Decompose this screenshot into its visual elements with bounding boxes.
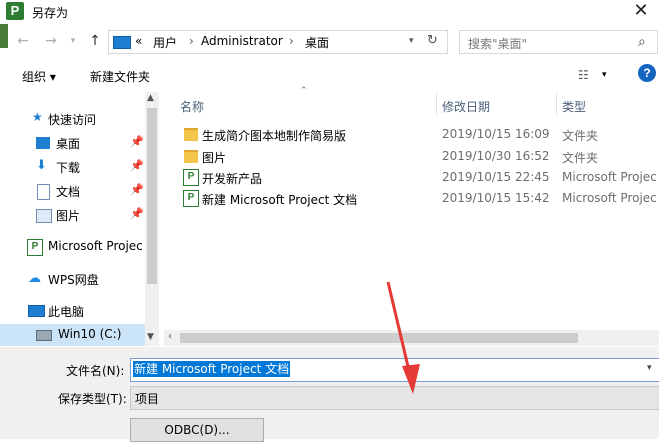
nav-item-desktop[interactable]: 桌面 📌 <box>0 132 145 154</box>
project-app-icon: P <box>6 2 24 20</box>
breadcrumb-separator-icon[interactable]: › <box>189 34 194 48</box>
project-file-icon: P <box>183 169 199 186</box>
savetype-value: 项目 <box>135 392 160 406</box>
file-type: 文件夹 <box>562 129 599 143</box>
nav-item-documents-label: 文档 <box>56 185 81 199</box>
nav-ms-project[interactable]: P Microsoft Projec <box>0 236 145 258</box>
file-date: 2019/10/15 16:09 <box>442 127 550 141</box>
breadcrumb-separator-icon[interactable]: › <box>289 34 294 48</box>
computer-icon <box>28 305 45 317</box>
scroll-left-icon[interactable]: ‹ <box>168 331 172 342</box>
file-row[interactable]: P 开发新产品 2019/10/15 22:45 Microsoft Proje… <box>180 167 659 188</box>
nav-item-pictures-label: 图片 <box>56 209 81 223</box>
nav-item-downloads[interactable]: ⬇ 下载 📌 <box>0 156 145 178</box>
file-type: 文件夹 <box>562 151 599 165</box>
nav-ms-project-label: Microsoft Projec <box>48 239 143 253</box>
annotation-arrow-icon <box>386 281 420 394</box>
breadcrumb-overflow[interactable]: « <box>135 34 142 48</box>
folder-icon <box>184 150 198 163</box>
file-row[interactable]: P 新建 Microsoft Project 文档 2019/10/15 15:… <box>180 188 659 209</box>
breadcrumb-desktop[interactable]: 桌面 <box>305 34 329 51</box>
file-date: 2019/10/15 22:45 <box>442 170 550 184</box>
column-header-date[interactable]: 修改日期 <box>442 98 490 115</box>
project-file-icon: P <box>183 190 199 207</box>
drive-icon <box>36 330 52 341</box>
breadcrumb-users[interactable]: 用户 <box>153 34 177 51</box>
up-arrow-icon[interactable]: ↑ <box>84 30 106 52</box>
file-row[interactable]: 图片 2019/10/30 16:52 文件夹 <box>180 146 659 167</box>
file-name: 新建 Microsoft Project 文档 <box>202 193 358 207</box>
desktop-icon <box>36 137 50 149</box>
file-row[interactable]: 生成简介图本地制作简易版 2019/10/15 16:09 文件夹 <box>180 124 659 145</box>
nav-wps-label: WPS网盘 <box>48 273 99 287</box>
folder-icon <box>184 128 198 141</box>
column-header-name[interactable]: 名称 <box>180 98 204 115</box>
search-icon[interactable]: ⌕ <box>638 34 646 50</box>
document-icon <box>37 184 50 200</box>
nav-item-pictures[interactable]: 图片 📌 <box>0 204 145 226</box>
scroll-down-icon[interactable]: ▼ <box>147 332 154 342</box>
pin-icon[interactable]: 📌 <box>130 207 144 220</box>
file-name: 生成简介图本地制作简易版 <box>202 129 347 143</box>
nav-wps-cloud[interactable]: ☁ WPS网盘 <box>0 268 145 290</box>
new-folder-button[interactable]: 新建文件夹 <box>90 68 150 85</box>
column-divider[interactable] <box>556 92 557 116</box>
pin-icon[interactable]: 📌 <box>130 183 144 196</box>
search-input[interactable]: 搜索"桌面" ⌕ <box>459 30 658 54</box>
address-bar[interactable]: « 用户 › Administrator › 桌面 ▾ ↻ <box>108 30 448 54</box>
view-options-icon[interactable]: ☷ <box>578 68 589 82</box>
file-name: 图片 <box>202 151 227 165</box>
sort-ascending-icon: ⌃ <box>300 86 308 96</box>
nav-item-desktop-label: 桌面 <box>56 137 81 151</box>
address-dropdown-icon[interactable]: ▾ <box>409 36 414 46</box>
nav-quick-access-label: 快速访问 <box>48 113 97 127</box>
list-scroll-thumb[interactable] <box>180 333 578 343</box>
close-button[interactable]: ✕ <box>626 0 656 22</box>
command-bar: 组织 ▾ 新建文件夹 ☷ ▾ ? <box>0 62 659 90</box>
search-placeholder: 搜索"桌面" <box>468 37 528 51</box>
nav-quick-access[interactable]: ★ 快速访问 <box>0 108 145 130</box>
nav-drive-label: Win10 (C:) <box>58 327 122 341</box>
title-bar: P 另存为 ✕ <box>0 0 659 24</box>
forward-arrow-icon[interactable]: → <box>40 30 62 52</box>
help-icon[interactable]: ? <box>638 64 656 82</box>
savetype-label: 保存类型(T): <box>58 392 127 406</box>
nav-scroll-thumb[interactable] <box>147 108 157 284</box>
view-dropdown-icon[interactable]: ▾ <box>602 70 607 80</box>
file-type: Microsoft Projec <box>562 191 657 205</box>
back-arrow-icon[interactable]: ← <box>12 30 34 52</box>
pictures-icon <box>36 209 52 223</box>
odbc-button[interactable]: ODBC(D)... <box>130 418 264 442</box>
column-header-type[interactable]: 类型 <box>562 98 586 115</box>
download-icon: ⬇ <box>36 158 47 173</box>
window-title: 另存为 <box>32 6 69 20</box>
nav-this-pc-label: 此电脑 <box>48 305 85 319</box>
nav-item-downloads-label: 下载 <box>56 161 81 175</box>
nav-this-pc[interactable]: 此电脑 <box>0 300 145 322</box>
nav-item-documents[interactable]: 文档 📌 <box>0 180 145 202</box>
pin-icon[interactable]: 📌 <box>130 159 144 172</box>
organize-button[interactable]: 组织 ▾ <box>22 68 56 85</box>
file-date: 2019/10/15 15:42 <box>442 191 550 205</box>
background-window-strip <box>0 24 8 48</box>
recent-dropdown-icon[interactable]: ▾ <box>62 30 84 52</box>
nav-drive-c[interactable]: Win10 (C:) <box>0 324 159 346</box>
pin-icon[interactable]: 📌 <box>130 135 144 148</box>
project-icon: P <box>27 239 43 256</box>
file-name: 开发新产品 <box>202 172 263 186</box>
filename-value: 新建 Microsoft Project 文档 <box>133 361 291 377</box>
cloud-icon: ☁ <box>28 271 41 286</box>
scroll-up-icon[interactable]: ▲ <box>147 93 154 103</box>
refresh-icon[interactable]: ↻ <box>427 33 438 48</box>
star-icon: ★ <box>32 110 43 124</box>
computer-icon <box>113 36 131 49</box>
breadcrumb-administrator[interactable]: Administrator <box>201 34 283 48</box>
file-date: 2019/10/30 16:52 <box>442 149 550 163</box>
filename-dropdown-icon[interactable]: ▾ <box>647 363 652 373</box>
filename-label: 文件名(N): <box>66 364 125 378</box>
column-divider[interactable] <box>436 92 437 116</box>
file-type: Microsoft Projec <box>562 170 657 184</box>
